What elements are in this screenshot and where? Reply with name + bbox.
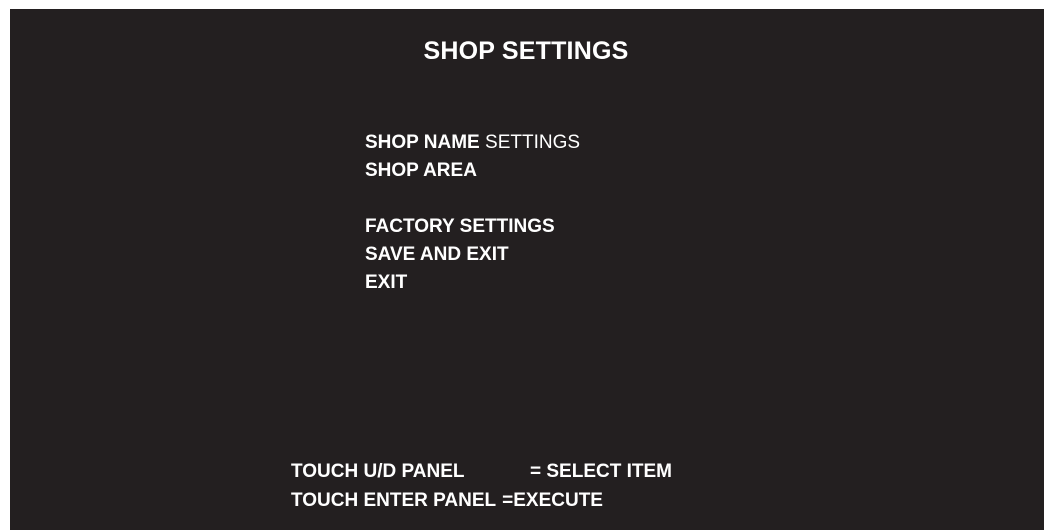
help-action: TOUCH ENTER PANEL	[291, 490, 497, 511]
help-row-select: TOUCH U/D PANEL = SELECT ITEM	[291, 457, 672, 486]
help-result: = SELECT ITEM	[530, 461, 672, 482]
menu-spacer	[365, 185, 580, 213]
control-help: TOUCH U/D PANEL = SELECT ITEM TOUCH ENTER…	[291, 457, 672, 515]
shop-settings-screen: SHOP SETTINGS SHOP NAME SETTINGS SHOP AR…	[10, 9, 1044, 530]
help-result: =EXECUTE	[502, 490, 603, 511]
settings-menu: SHOP NAME SETTINGS SHOP AREA FACTORY SET…	[365, 129, 580, 297]
factory-settings-label: FACTORY SETTINGS	[365, 216, 555, 237]
shop-name-label: SHOP NAME	[365, 132, 480, 153]
menu-item-factory-settings[interactable]: FACTORY SETTINGS	[365, 213, 580, 241]
help-action: TOUCH U/D PANEL	[291, 461, 465, 482]
menu-item-shop-area[interactable]: SHOP AREA	[365, 157, 580, 185]
shop-name-value: SETTINGS	[485, 132, 581, 153]
save-and-exit-label: SAVE AND EXIT	[365, 244, 509, 265]
menu-item-save-and-exit[interactable]: SAVE AND EXIT	[365, 241, 580, 269]
shop-area-label: SHOP AREA	[365, 160, 477, 181]
page-title: SHOP SETTINGS	[423, 37, 629, 65]
exit-label: EXIT	[365, 272, 408, 293]
menu-item-shop-name[interactable]: SHOP NAME SETTINGS	[365, 129, 580, 157]
help-row-execute: TOUCH ENTER PANEL =EXECUTE	[291, 486, 672, 515]
menu-item-exit[interactable]: EXIT	[365, 269, 580, 297]
